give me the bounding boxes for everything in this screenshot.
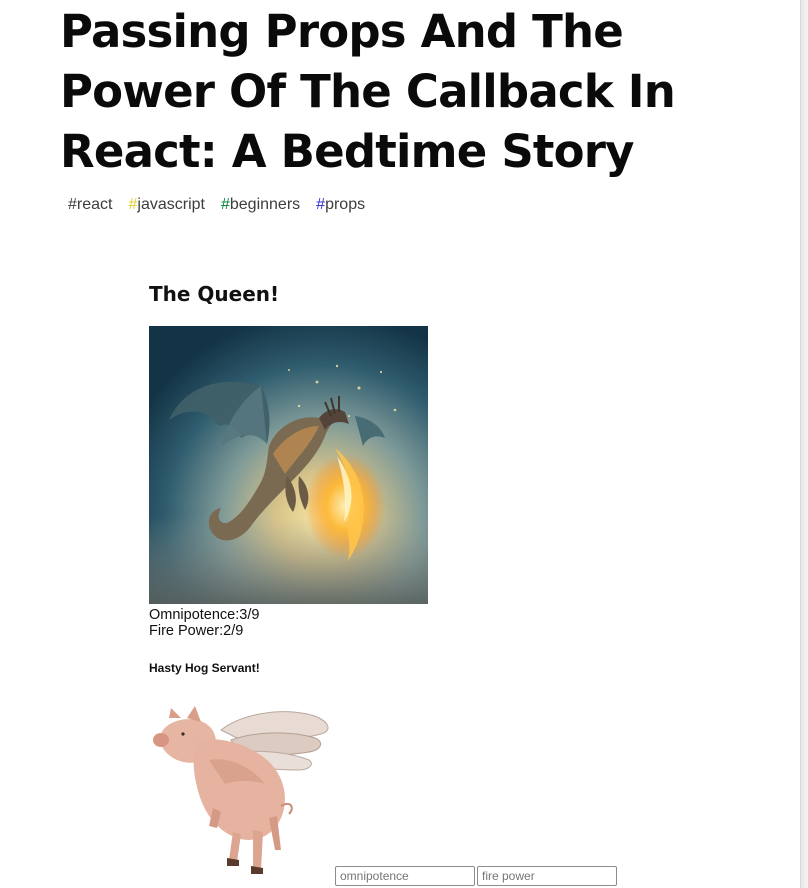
tag-beginners[interactable]: #beginners [213,194,308,216]
flying-pig-image [149,700,331,880]
omnipotence-input[interactable] [335,866,475,886]
dragon-stats: Omnipotence:3/9 Fire Power:2/9 [149,607,259,639]
tag-props[interactable]: #props [308,194,373,216]
omnipotence-stat: Omnipotence:3/9 [149,607,259,623]
scrollbar-track[interactable] [800,0,808,888]
servant-heading: Hasty Hog Servant! [149,661,260,675]
tag-label: props [325,196,366,213]
fire-power-input[interactable] [477,866,617,886]
fire-power-value: 2/9 [223,623,244,639]
article-title: Passing Props And The Power Of The Callb… [60,5,676,178]
tag-hash: # [316,196,326,213]
omnipotence-label: Omnipotence: [149,607,240,623]
tag-list: #react #javascript #beginners #props [60,194,373,216]
queen-heading: The Queen! [149,282,280,306]
fire-power-stat: Fire Power:2/9 [149,623,259,639]
page: Passing Props And The Power Of The Callb… [0,0,808,888]
tag-javascript[interactable]: #javascript [120,194,212,216]
omnipotence-value: 3/9 [239,607,260,623]
tag-label: javascript [137,196,205,213]
dragon-image [149,326,428,604]
tag-label: react [76,196,113,213]
tag-label: beginners [229,196,301,213]
tag-hash: # [68,196,77,213]
tag-hash: # [220,196,230,213]
tag-react[interactable]: #react [60,194,120,216]
fire-power-label: Fire Power: [149,623,224,639]
